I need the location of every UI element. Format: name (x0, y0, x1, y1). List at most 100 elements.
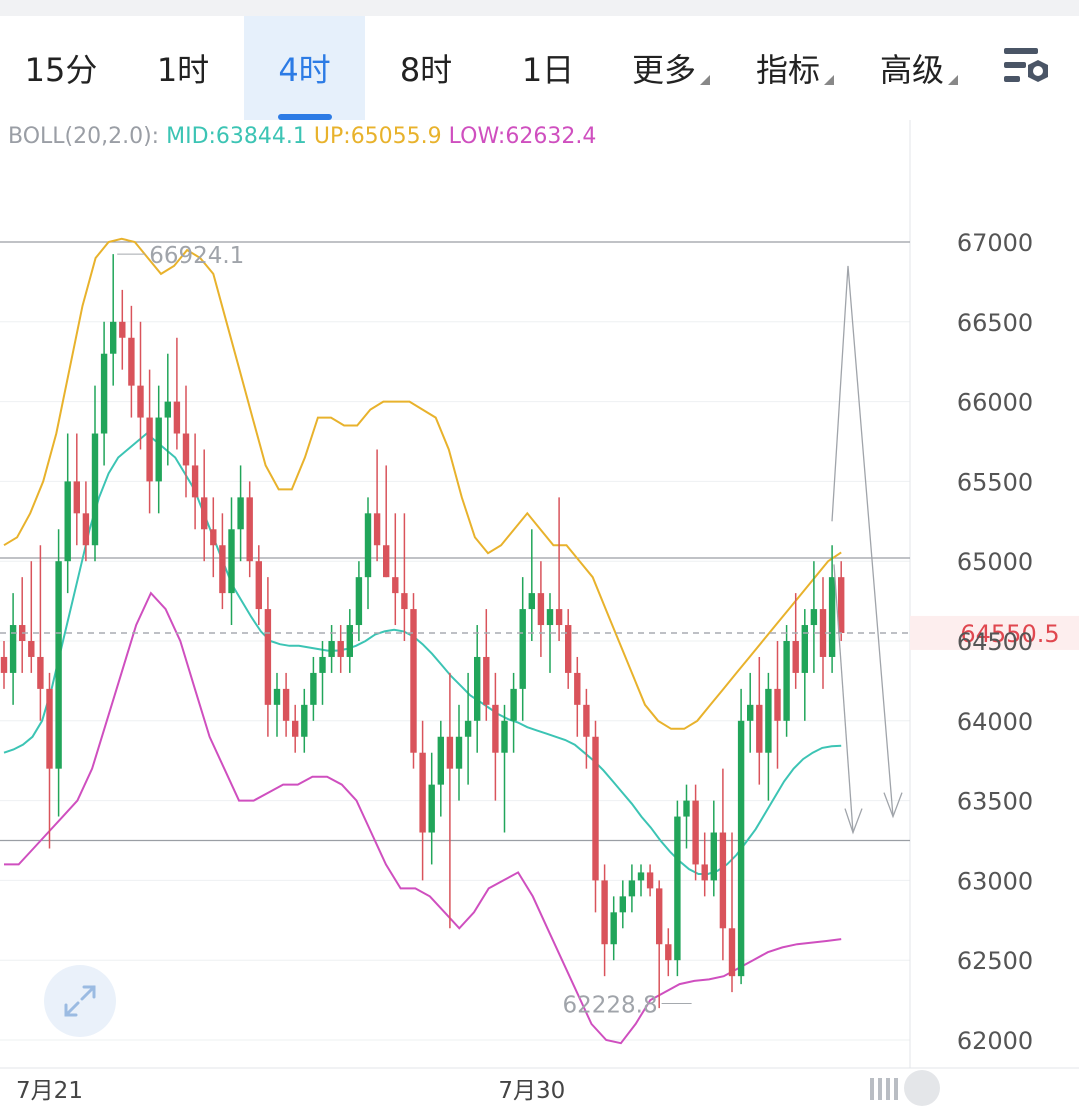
tab-indicators-dropdown[interactable]: 指标 (733, 16, 857, 120)
candle-body (501, 720, 508, 753)
candle-body (783, 641, 790, 721)
forecast-arrowhead (844, 808, 863, 835)
y-tick-label: 62000 (957, 1027, 1033, 1055)
candle-body (810, 609, 818, 626)
x-tick-label: 7月21 (16, 1078, 83, 1104)
high-marker-label: 66924.1 (149, 243, 244, 269)
candle-body (583, 704, 590, 737)
candle-body (301, 704, 308, 737)
candle-body (73, 481, 80, 514)
low-marker-label: 62228.8 (562, 992, 657, 1018)
tab-advanced-dropdown[interactable]: 高级 (857, 16, 981, 120)
candle-body (319, 656, 326, 673)
candle-body (455, 736, 463, 769)
expand-icon[interactable] (44, 965, 116, 1037)
chart-grid (0, 120, 911, 1068)
candle-body (91, 433, 99, 546)
x-tick-label: 7月30 (498, 1078, 565, 1104)
candle-body (774, 688, 781, 721)
y-tick-label: 64500 (957, 628, 1033, 656)
candle-body (273, 688, 281, 705)
candle-body (264, 609, 272, 705)
candle-body (337, 641, 344, 657)
candle-body (628, 880, 636, 897)
candle-body (756, 704, 763, 753)
candle-body (255, 561, 262, 610)
candle-body (0, 656, 8, 673)
candle-body (737, 720, 745, 977)
chart-annotations: 66924.162228.864550.5 (0, 243, 1079, 1018)
dropdown-caret-icon (700, 75, 710, 85)
dropdown-caret-icon (824, 75, 834, 85)
candle-body (428, 784, 435, 833)
candle-body (747, 704, 754, 721)
y-tick-label: 67000 (957, 229, 1033, 257)
candle-body (55, 561, 62, 769)
y-tick-label: 63500 (957, 788, 1033, 816)
candle-body (765, 688, 772, 753)
tab-label: 1日 (521, 51, 575, 89)
candle-body (546, 609, 554, 626)
status-strip (0, 0, 1079, 16)
candle-body (64, 481, 71, 562)
tab-label: 高级 (879, 51, 944, 89)
candle-body (528, 593, 535, 610)
tab-label: 4时 (278, 51, 331, 89)
candle-body (683, 800, 690, 817)
candle-body (155, 417, 162, 482)
candle-body (246, 497, 253, 562)
candle-body (292, 720, 299, 737)
candle-body (592, 736, 599, 881)
candle-body (483, 656, 490, 705)
tab-label: 1时 (156, 51, 210, 89)
candle-body (656, 888, 663, 945)
chart-settings-icon[interactable] (1000, 44, 1056, 92)
tab-15min[interactable]: 15分 (0, 16, 122, 120)
candle-body (119, 321, 126, 338)
candle-body (674, 816, 681, 961)
forecast-arrow-line (831, 265, 894, 817)
timeframe-tabbar: 15分 1时 4时 8时 1日 更多 指标 高级 (0, 16, 1079, 120)
y-tick-label: 63000 (957, 867, 1033, 895)
y-tick-label: 66500 (957, 309, 1033, 337)
y-tick-label: 64000 (957, 708, 1033, 736)
candle-body (838, 577, 845, 634)
y-tick-label: 65500 (957, 468, 1033, 496)
tab-4h[interactable]: 4时 (244, 16, 365, 120)
tab-label: 指标 (755, 51, 820, 89)
chart-horizontal-lines (0, 241, 910, 842)
candle-body (228, 529, 235, 594)
candles (0, 254, 845, 1009)
tab-label: 8时 (399, 51, 453, 89)
tab-1h[interactable]: 1时 (122, 16, 244, 120)
tab-8h[interactable]: 8时 (365, 16, 487, 120)
candle-body (519, 609, 526, 689)
candle-body (373, 513, 381, 546)
candle-body (701, 864, 708, 881)
candle-body (419, 752, 426, 833)
candle-body (692, 800, 699, 865)
candle-body (537, 593, 545, 626)
candle-body (728, 928, 736, 977)
y-tick-label: 65000 (957, 548, 1033, 576)
tab-1d[interactable]: 1日 (487, 16, 609, 120)
candle-body (601, 880, 608, 945)
candle-body (392, 577, 399, 594)
candle-body (146, 417, 153, 482)
candle-body (100, 353, 108, 434)
tab-more-dropdown[interactable]: 更多 (609, 16, 733, 120)
dropdown-caret-icon (948, 75, 958, 85)
candlestick-chart[interactable]: 66924.162228.864550.5 670006650066000655… (0, 120, 1079, 1111)
candle-body (282, 688, 290, 721)
candle-body (828, 577, 836, 657)
candle-body (492, 704, 499, 753)
candle-body (182, 433, 190, 466)
candle-body (510, 688, 517, 721)
candle-body (574, 672, 581, 705)
candle-body (719, 832, 727, 929)
candle-body (128, 337, 135, 386)
candle-body (201, 497, 208, 530)
scroll-handle-icon[interactable] (862, 1068, 1072, 1112)
candle-body (164, 401, 171, 418)
candle-body (355, 577, 363, 626)
